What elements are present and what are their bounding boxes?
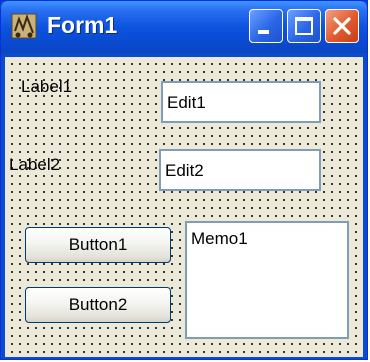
app-icon <box>9 11 39 41</box>
close-icon <box>333 17 351 35</box>
button1[interactable]: Button1 <box>25 227 171 263</box>
minimize-icon <box>258 30 269 34</box>
close-button[interactable] <box>325 9 359 43</box>
maximize-button[interactable] <box>287 9 321 43</box>
form-window: Form1 Label1 Edit1 Label2 Edit2 Button1 … <box>0 0 368 360</box>
edit2-field[interactable]: Edit2 <box>159 149 321 191</box>
maximize-icon <box>295 17 313 35</box>
window-title: Form1 <box>47 12 118 38</box>
label2: Label2 <box>9 155 61 174</box>
label1: Label1 <box>21 77 73 96</box>
form-client-area[interactable]: Label1 Edit1 Label2 Edit2 Button1 Button… <box>5 57 363 357</box>
memo1-textarea[interactable]: Memo1 <box>185 221 349 339</box>
edit1-field[interactable]: Edit1 <box>161 81 321 123</box>
button2[interactable]: Button2 <box>25 287 171 323</box>
minimize-button[interactable] <box>249 9 283 43</box>
title-bar[interactable]: Form1 <box>1 1 367 53</box>
